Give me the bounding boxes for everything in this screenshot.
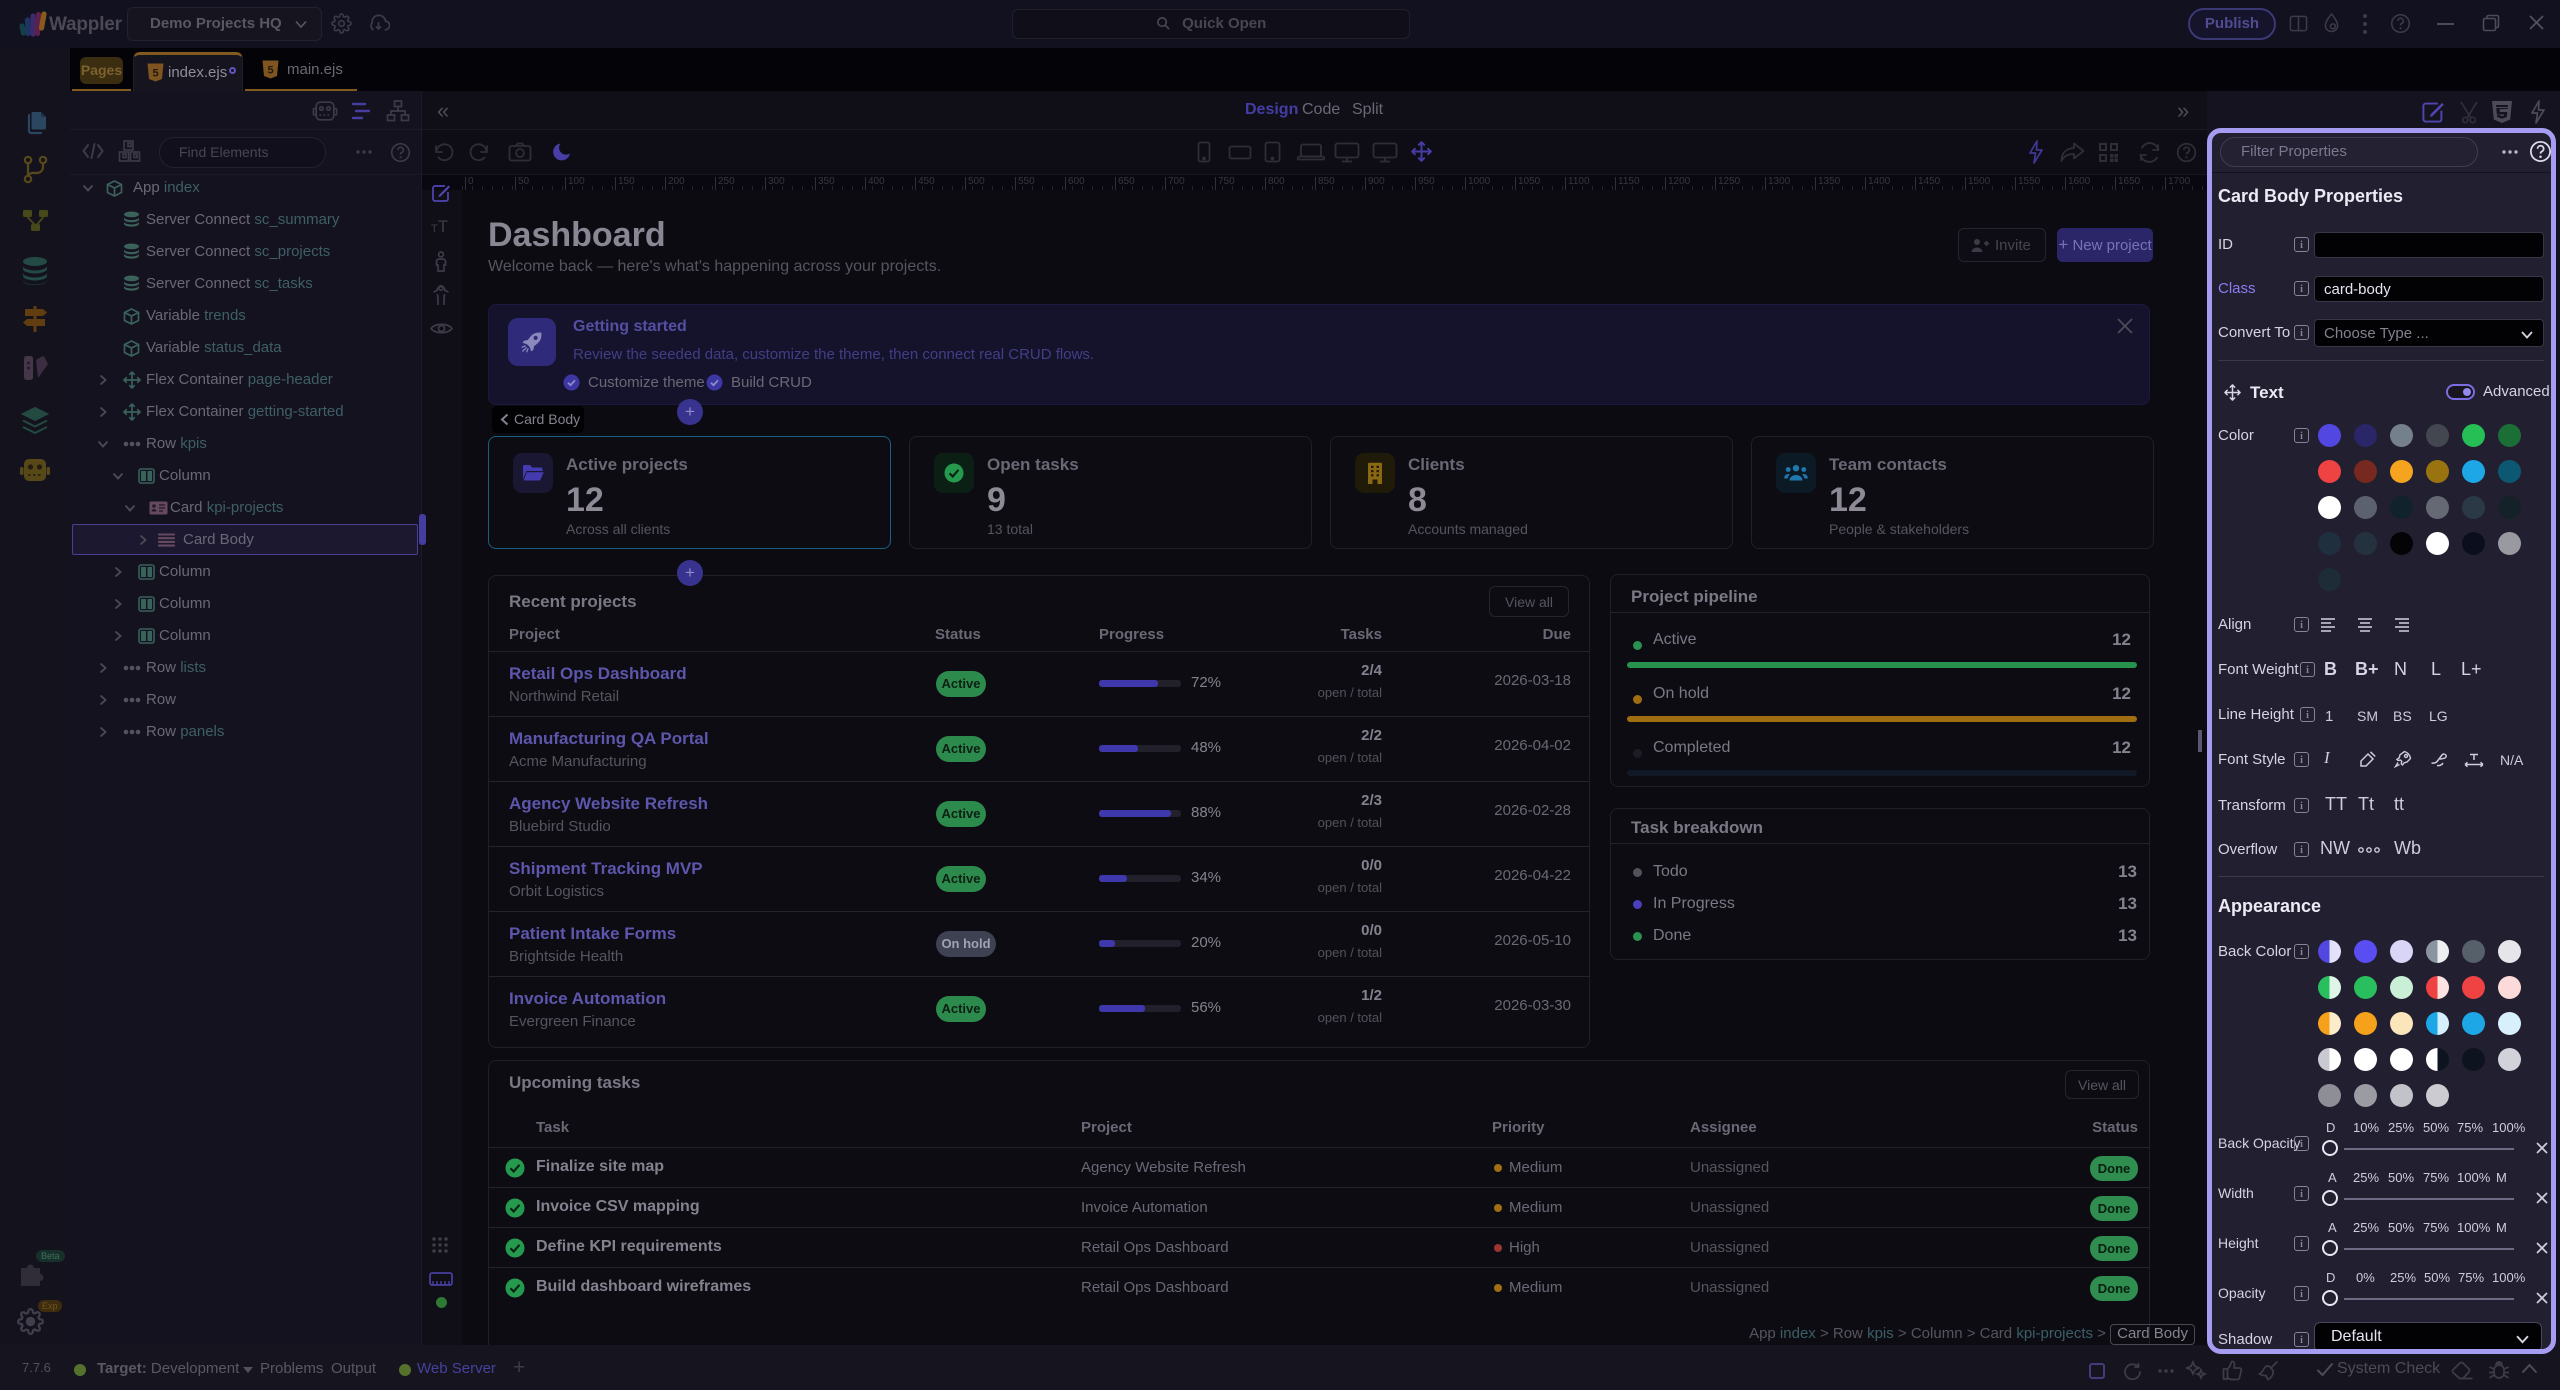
- svg-text:5: 5: [268, 65, 274, 77]
- svg-text:5: 5: [153, 68, 159, 80]
